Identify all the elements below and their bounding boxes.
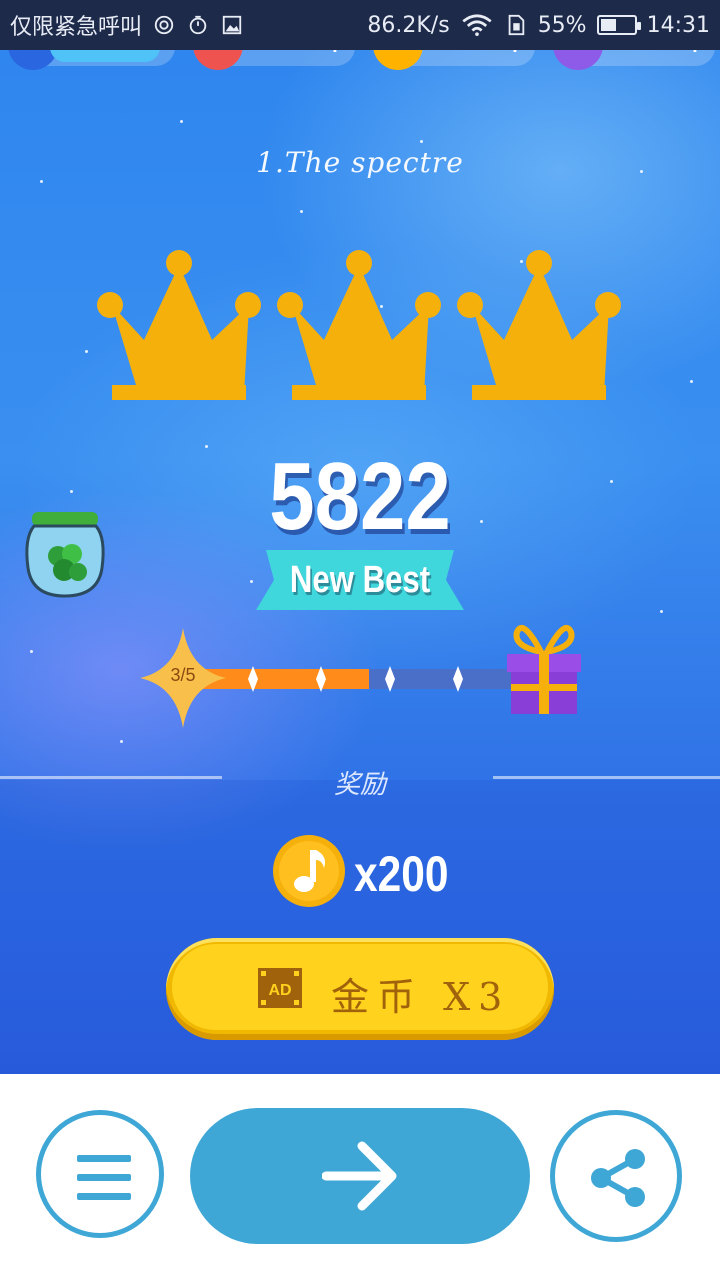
level-resource[interactable] (8, 50, 175, 70)
add-coins-icon: + (505, 50, 525, 58)
image-icon (222, 15, 242, 35)
diamonds-resource[interactable]: + (553, 50, 715, 70)
milestone-marker (316, 666, 326, 692)
carrier-text: 仅限紧急呼叫 (10, 15, 143, 40)
resource-bar: + + + (0, 50, 720, 70)
wifi-icon (462, 14, 492, 36)
add-diamonds-icon: + (685, 50, 705, 58)
add-lives-icon: + (325, 50, 345, 58)
crown-icon (277, 250, 441, 400)
reward-amount: x200 (354, 846, 449, 902)
ad-button-label: 金币 X3 (331, 975, 511, 1019)
coins-resource[interactable]: + (373, 50, 535, 70)
song-title: 1.The spectre (256, 146, 464, 179)
result-screen: + + + 1.The spectre 5822 New (0, 50, 720, 1074)
svg-text:AD: AD (268, 982, 291, 999)
reward-title: 奖励 (333, 770, 386, 800)
score: 5822 (269, 443, 451, 550)
share-icon (591, 1149, 645, 1207)
progress-label: 3/5 (170, 665, 196, 685)
milestone-marker (453, 666, 463, 692)
arrow-right-icon (322, 1141, 397, 1211)
heart-icon (193, 50, 243, 70)
clover-jar-icon[interactable] (22, 508, 108, 600)
progress-bar (190, 669, 515, 689)
next-button[interactable] (190, 1108, 530, 1244)
battery-percent: 55% (537, 12, 587, 38)
lives-resource[interactable]: + (193, 50, 355, 70)
bottom-action-bar (0, 1074, 720, 1280)
crown-icon (97, 250, 261, 400)
net-speed: 86.2K/s (367, 12, 450, 38)
gift-box-icon[interactable] (503, 618, 585, 718)
milestone-marker (248, 666, 258, 692)
battery-icon (596, 15, 641, 35)
menu-button[interactable] (36, 1110, 164, 1238)
coin-icon (373, 50, 423, 70)
timer-icon (189, 15, 207, 35)
crown-icon (457, 250, 621, 400)
music-coin-icon (273, 835, 345, 907)
clock: 14:31 (646, 12, 710, 38)
share-button[interactable] (550, 1110, 682, 1242)
ad-video-icon: AD (258, 968, 302, 1008)
diamond-icon (553, 50, 603, 70)
menu-icon (77, 1155, 131, 1200)
status-bar: 仅限紧急呼叫 86.2K/s 55% 14:31 (0, 0, 720, 50)
sim-icon (508, 14, 524, 36)
milestone-marker (385, 666, 395, 692)
watch-ad-triple-coins-button[interactable]: AD 金币 X3 (166, 938, 554, 1040)
hotspot-icon (154, 15, 174, 35)
new-best-label: New Best (289, 558, 431, 601)
